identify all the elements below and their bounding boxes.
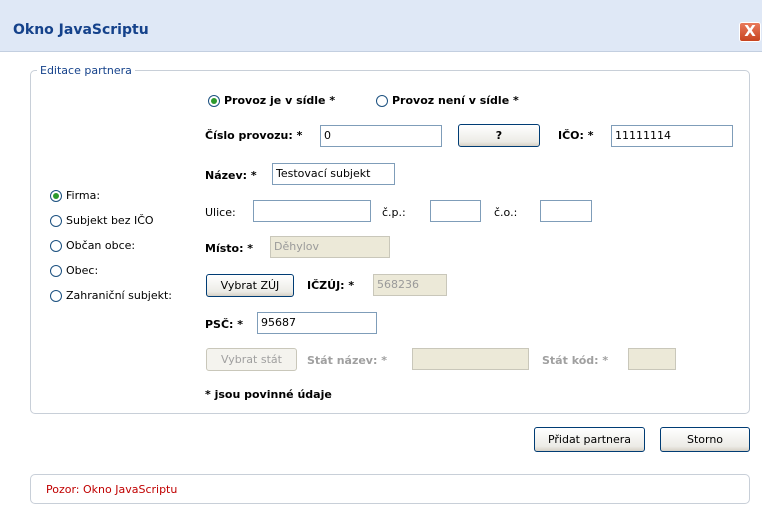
add-partner-button[interactable]: Přidat partnera — [534, 427, 645, 452]
radio-obec-label: Obec: — [66, 264, 99, 277]
misto-label: Místo: * — [205, 242, 254, 255]
nazev-input[interactable]: Testovací subjekt — [272, 163, 395, 185]
radio-subjekt-bez-ico[interactable] — [50, 215, 62, 227]
radio-subjekt-bez-ico-label: Subjekt bez IČO — [66, 214, 154, 227]
psc-input[interactable]: 95687 — [257, 312, 377, 334]
radio-provoz-neni-v-sidle-label: Provoz není v sídle * — [392, 94, 519, 107]
cp-input[interactable] — [430, 200, 481, 222]
iczuj-input: 568236 — [373, 274, 447, 296]
cancel-button[interactable]: Storno — [660, 427, 750, 452]
co-label: č.o.: — [494, 206, 518, 219]
misto-input: Děhylov — [270, 236, 390, 258]
nazev-label: Název: * — [205, 169, 257, 182]
radio-firma[interactable] — [50, 190, 62, 202]
iczuj-label: IČZÚJ: * — [307, 279, 355, 292]
stat-nazev-label: Stát název: * — [307, 354, 387, 367]
radio-obcan-obce-label: Občan obce: — [66, 239, 136, 252]
vybrat-stat-button: Vybrat stát — [206, 348, 297, 371]
ulice-input[interactable] — [253, 200, 371, 222]
cp-label: č.p.: — [382, 206, 406, 219]
radio-zahranicni-subjekt-label: Zahraniční subjekt: — [66, 289, 173, 302]
ico-input[interactable]: 11111114 — [611, 125, 733, 147]
ico-label: IČO: * — [558, 129, 594, 142]
ulice-label: Ulice: — [205, 206, 236, 219]
stat-kod-input — [628, 348, 676, 370]
co-input[interactable] — [540, 200, 592, 222]
radio-obec[interactable] — [50, 265, 62, 277]
required-note: * jsou povinné údaje — [205, 388, 332, 401]
radio-provoz-neni-v-sidle[interactable] — [376, 95, 388, 107]
cislo-provozu-input[interactable]: 0 — [320, 125, 442, 147]
stat-nazev-input — [412, 348, 529, 370]
radio-zahranicni-subjekt[interactable] — [50, 290, 62, 302]
title-bar: Okno JavaScriptu X — [0, 0, 762, 52]
close-button[interactable]: X — [739, 22, 761, 42]
radio-obcan-obce[interactable] — [50, 240, 62, 252]
vybrat-zuj-button[interactable]: Vybrat ZÚJ — [206, 274, 294, 297]
cislo-provozu-label: Číslo provozu: * — [205, 129, 303, 142]
radio-firma-label: Firma: — [66, 189, 101, 202]
status-panel: Pozor: Okno JavaScriptu — [30, 474, 750, 504]
psc-label: PSČ: * — [205, 318, 244, 331]
lookup-button[interactable]: ? — [458, 124, 540, 147]
window-title: Okno JavaScriptu — [13, 22, 149, 38]
stat-kod-label: Stát kód: * — [542, 354, 609, 367]
radio-provoz-v-sidle[interactable] — [208, 95, 220, 107]
radio-provoz-v-sidle-label: Provoz je v sídle * — [224, 94, 336, 107]
group-legend: Editace partnera — [40, 64, 132, 77]
status-message: Pozor: Okno JavaScriptu — [46, 483, 178, 496]
